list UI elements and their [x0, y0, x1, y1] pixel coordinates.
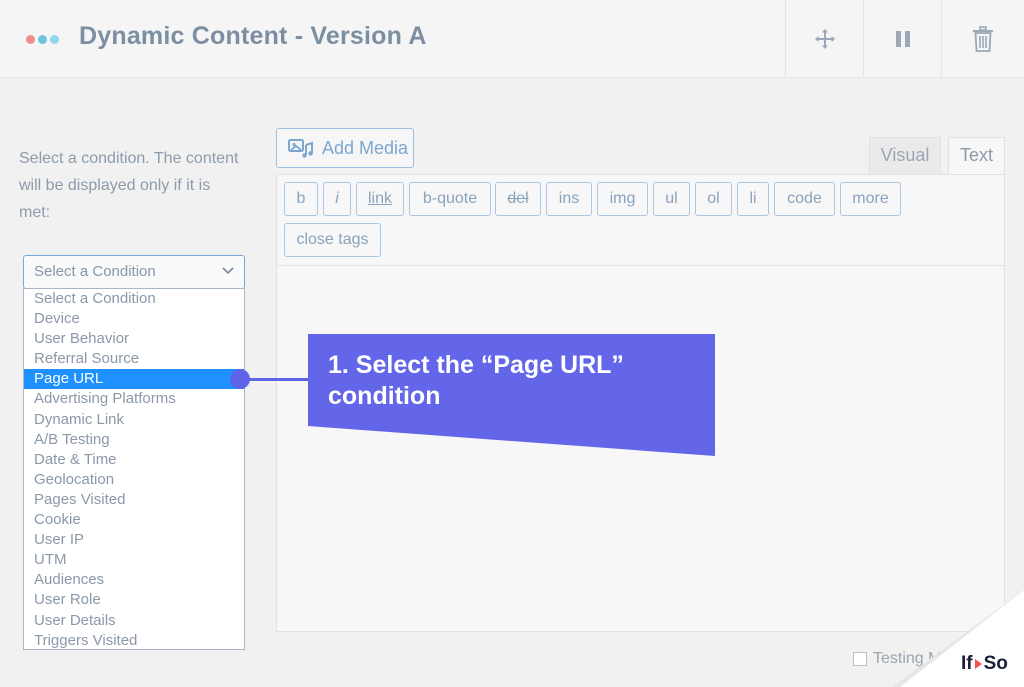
condition-option[interactable]: User IP	[24, 530, 244, 550]
condition-option-page-url[interactable]: Page URL	[24, 369, 244, 390]
condition-dropdown-list: Select a Condition Device User Behavior …	[23, 288, 245, 650]
quicktag-ul-button[interactable]: ul	[653, 182, 690, 216]
condition-option[interactable]: Dynamic Link	[24, 410, 244, 430]
condition-option[interactable]: Date & Time	[24, 450, 244, 470]
quicktag-b-button[interactable]: b	[284, 182, 318, 216]
logo-if-text: If	[961, 653, 973, 674]
condition-instructions: Select a condition. The content will be …	[19, 150, 239, 221]
add-media-label: Add Media	[322, 137, 409, 158]
quicktag-li-button[interactable]: li	[737, 182, 769, 216]
condition-option[interactable]: A/B Testing	[24, 430, 244, 450]
dot-red	[26, 35, 35, 44]
condition-option[interactable]: Audiences	[24, 570, 244, 590]
condition-option[interactable]: Referral Source	[24, 349, 244, 369]
condition-option[interactable]: Cookie	[24, 510, 244, 530]
toolbar-divider	[277, 265, 1004, 266]
quicktag-close-tags-button[interactable]: close tags	[284, 223, 381, 257]
testing-mode-checkbox[interactable]	[853, 652, 867, 666]
condition-option[interactable]: UTM	[24, 550, 244, 570]
dot-lightblue	[50, 35, 59, 44]
logo-so-text: So	[983, 653, 1008, 674]
condition-option[interactable]: User Role	[24, 590, 244, 610]
quicktag-ol-button[interactable]: ol	[695, 182, 732, 216]
quicktag-bquote-button[interactable]: b-quote	[409, 182, 491, 216]
quicktag-link-button[interactable]: link	[356, 182, 404, 216]
tab-text[interactable]: Text	[948, 137, 1005, 174]
condition-option[interactable]: Select a Condition	[24, 289, 244, 309]
condition-option[interactable]: Advertising Platforms	[24, 389, 244, 409]
condition-select-value: Select a Condition	[34, 263, 156, 280]
condition-option[interactable]: Device	[24, 309, 244, 329]
quicktag-i-button[interactable]: i	[323, 182, 351, 216]
condition-option[interactable]: User Details	[24, 611, 244, 631]
logo-triangle-icon	[974, 659, 982, 669]
pause-icon	[895, 31, 910, 47]
quicktag-img-button[interactable]: img	[597, 182, 648, 216]
condition-select[interactable]: Select a Condition	[23, 255, 245, 289]
add-media-icon	[288, 139, 313, 158]
pause-button[interactable]	[863, 0, 941, 78]
header-bar: Dynamic Content - Version A	[0, 0, 1024, 78]
quicktag-del-button[interactable]: del	[495, 182, 541, 216]
condition-option[interactable]: Pages Visited	[24, 490, 244, 510]
quicktag-ins-button[interactable]: ins	[546, 182, 592, 216]
move-arrows-icon	[814, 29, 835, 49]
delete-button[interactable]	[941, 0, 1024, 78]
move-button[interactable]	[785, 0, 863, 78]
version-title: Dynamic Content - Version A	[79, 22, 427, 50]
tab-visual[interactable]: Visual	[869, 137, 941, 174]
ifso-logo: If So	[961, 653, 1008, 675]
quicktag-more-button[interactable]: more	[840, 182, 901, 216]
version-dots-icon	[26, 35, 59, 44]
condition-option[interactable]: User Behavior	[24, 329, 244, 349]
callout-annotation: 1. Select the “Page URL” condition	[308, 334, 715, 456]
condition-option[interactable]: Geolocation	[24, 470, 244, 490]
chevron-down-icon	[222, 267, 234, 275]
quicktag-code-button[interactable]: code	[774, 182, 835, 216]
trash-icon	[973, 26, 993, 52]
add-media-button[interactable]: Add Media	[276, 128, 414, 168]
condition-option[interactable]: Triggers Visited	[24, 631, 244, 649]
callout-connector-dot	[230, 369, 250, 389]
callout-text: 1. Select the “Page URL” condition	[328, 351, 624, 410]
dot-blue	[38, 35, 47, 44]
